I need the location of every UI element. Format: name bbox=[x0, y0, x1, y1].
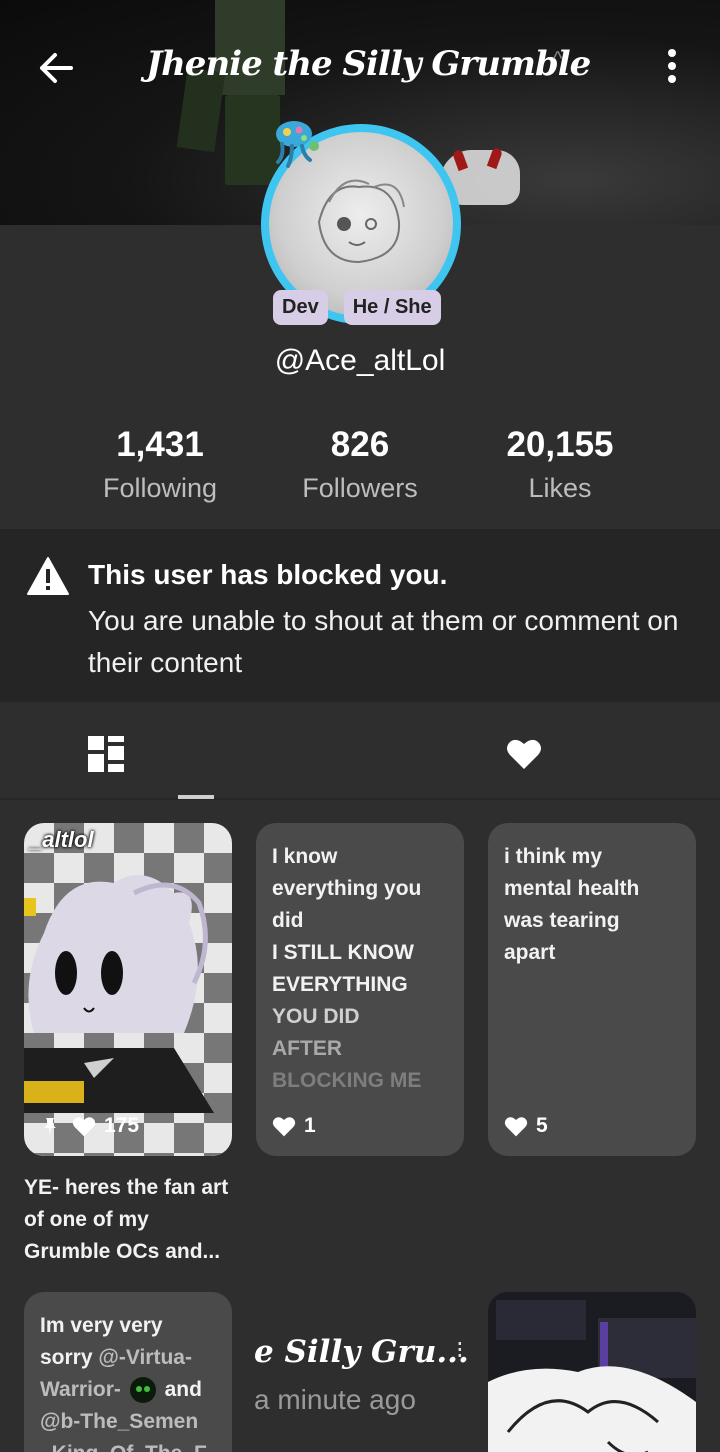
post-text: Im very very sorry @-Virtua- Warrior- an… bbox=[40, 1310, 216, 1452]
post-footer: 175 bbox=[40, 1114, 139, 1138]
heart-icon bbox=[72, 1116, 96, 1136]
more-options-button[interactable] bbox=[650, 44, 694, 88]
warning-icon bbox=[27, 557, 69, 595]
pronouns-badge: He / She bbox=[343, 290, 441, 325]
blocked-message: You are unable to shout at them or comme… bbox=[88, 605, 679, 678]
like-count: 1 bbox=[304, 1114, 316, 1137]
post-header-title: e Silly Gru... bbox=[254, 1334, 469, 1370]
arrow-left-icon bbox=[40, 53, 73, 83]
post-card[interactable]: _altlol 175 bbox=[24, 823, 232, 1156]
partial-icon: ⁝ bbox=[456, 1337, 464, 1364]
post-footer: 5 bbox=[504, 1114, 548, 1138]
post-watermark: _altlol bbox=[30, 827, 94, 852]
heart-icon bbox=[507, 739, 541, 769]
likes-stat[interactable]: 20,155 Likes bbox=[460, 425, 660, 504]
like-count: 5 bbox=[536, 1114, 548, 1137]
more-vertical-icon bbox=[668, 49, 676, 57]
title-caret-icon: ^ bbox=[553, 48, 563, 70]
user-mention[interactable]: @-Virtua- bbox=[98, 1346, 192, 1369]
page-title: Jhenie the Silly Grumble bbox=[146, 44, 591, 84]
grid-layout-icon bbox=[88, 736, 124, 772]
user-avatar-icon bbox=[129, 1377, 156, 1404]
like-count: 175 bbox=[104, 1114, 140, 1137]
tab-divider bbox=[0, 798, 720, 800]
likes-count: 20,155 bbox=[506, 425, 614, 464]
post-card[interactable]: Im very very sorry @-Virtua- Warrior- an… bbox=[24, 1292, 232, 1452]
post-image-screenshot bbox=[488, 1292, 696, 1452]
post-text: i think my mental health was tearing apa… bbox=[504, 845, 640, 964]
post-timestamp: a minute ago bbox=[254, 1384, 416, 1415]
heart-icon bbox=[272, 1116, 296, 1136]
likes-label: Likes bbox=[528, 473, 592, 503]
following-label: Following bbox=[102, 473, 218, 503]
post-image-character bbox=[24, 875, 214, 1113]
followers-count: 826 bbox=[330, 425, 390, 464]
profile-badges: Dev He / She bbox=[273, 290, 441, 325]
avatar-sketch bbox=[317, 179, 405, 264]
post-caption[interactable]: YE- heres the fan art of one of my Grumb… bbox=[24, 1172, 234, 1268]
following-stat[interactable]: 1,431 Following bbox=[60, 425, 260, 504]
blocked-title: This user has blocked you. bbox=[88, 559, 448, 590]
post-card[interactable] bbox=[248, 1292, 470, 1452]
role-badge: Dev bbox=[273, 290, 328, 325]
pin-icon bbox=[44, 1118, 56, 1135]
post-card[interactable]: I know everything you did I STILL KNOW E… bbox=[256, 823, 464, 1156]
username: @Ace_altLol bbox=[274, 344, 446, 377]
profile-stats: 1,431 Following 826 Followers 20,155 Lik… bbox=[0, 425, 720, 515]
tab-posts[interactable] bbox=[16, 710, 376, 798]
followers-label: Followers bbox=[302, 473, 418, 503]
avatar-decoration-icon bbox=[276, 121, 319, 168]
following-count: 1,431 bbox=[116, 425, 204, 464]
followers-stat[interactable]: 826 Followers bbox=[260, 425, 460, 504]
back-button[interactable] bbox=[32, 46, 80, 90]
post-footer: 1 bbox=[272, 1114, 316, 1138]
heart-icon bbox=[504, 1116, 528, 1136]
post-card[interactable] bbox=[488, 1292, 696, 1452]
active-tab-indicator bbox=[178, 795, 214, 799]
post-card[interactable]: i think my mental health was tearing apa… bbox=[488, 823, 696, 1156]
tab-likes[interactable] bbox=[344, 710, 704, 798]
user-mention[interactable]: Warrior- bbox=[40, 1378, 121, 1401]
user-mention[interactable]: @b-The_Semen bbox=[40, 1406, 216, 1438]
post-text: I know everything you did I STILL KNOW E… bbox=[272, 845, 422, 1092]
